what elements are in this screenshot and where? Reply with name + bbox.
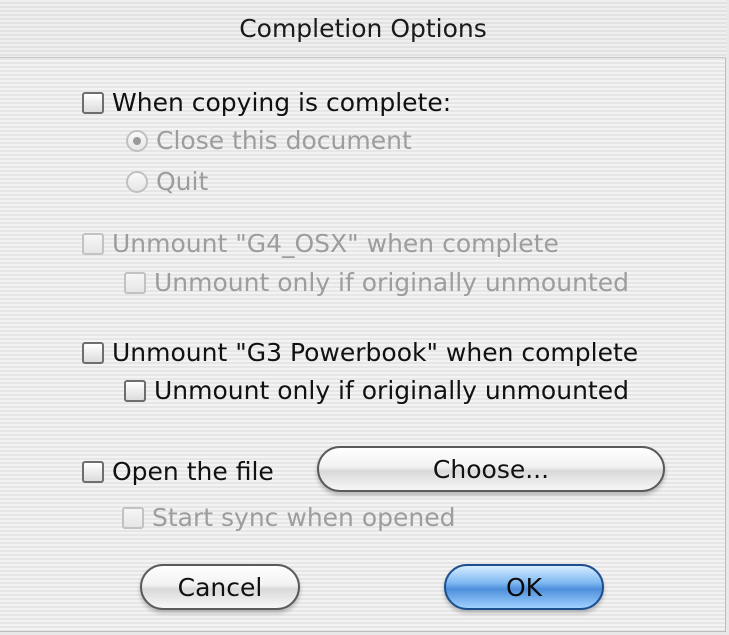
unmount-g4-only-label: Unmount only if originally unmounted (154, 268, 629, 297)
unmount-g4-option[interactable]: Unmount "G4_OSX" when complete (82, 229, 559, 258)
cancel-button[interactable]: Cancel (140, 564, 300, 610)
unmount-g3-option[interactable]: Unmount "G3 Powerbook" when complete (82, 338, 638, 367)
open-file-option[interactable]: Open the file (82, 457, 274, 486)
start-sync-option[interactable]: Start sync when opened (122, 503, 455, 532)
quit-radio[interactable] (126, 170, 148, 193)
cancel-button-label: Cancel (177, 572, 263, 602)
completion-options-dialog: Completion Options When copying is compl… (0, 0, 726, 632)
when-copying-label: When copying is complete: (112, 88, 452, 117)
when-copying-option[interactable]: When copying is complete: (82, 88, 451, 117)
unmount-g3-checkbox[interactable] (82, 341, 104, 364)
open-file-checkbox[interactable] (82, 460, 104, 483)
start-sync-checkbox[interactable] (122, 506, 144, 529)
unmount-g3-label: Unmount "G3 Powerbook" when complete (112, 338, 639, 367)
unmount-g3-only-label: Unmount only if originally unmounted (154, 376, 629, 405)
quit-label: Quit (156, 167, 209, 196)
unmount-g3-only-checkbox[interactable] (124, 379, 146, 402)
close-document-radio[interactable] (126, 129, 148, 152)
choose-button-label: Choose... (432, 454, 550, 484)
start-sync-label: Start sync when opened (152, 503, 456, 532)
dialog-title: Completion Options (239, 14, 487, 43)
unmount-g4-only-option[interactable]: Unmount only if originally unmounted (124, 268, 629, 297)
open-file-label: Open the file (112, 457, 274, 486)
unmount-g4-only-checkbox[interactable] (124, 271, 146, 294)
quit-option[interactable]: Quit (126, 167, 208, 196)
close-document-label: Close this document (156, 126, 412, 155)
dialog-titlebar: Completion Options (0, 0, 726, 58)
unmount-g3-only-option[interactable]: Unmount only if originally unmounted (124, 376, 629, 405)
choose-button[interactable]: Choose... (317, 446, 665, 492)
ok-button-label: OK (505, 572, 543, 602)
unmount-g4-checkbox[interactable] (82, 232, 104, 255)
when-copying-checkbox[interactable] (82, 91, 104, 114)
close-document-option[interactable]: Close this document (126, 126, 412, 155)
ok-button[interactable]: OK (444, 564, 604, 610)
unmount-g4-label: Unmount "G4_OSX" when complete (112, 229, 559, 258)
